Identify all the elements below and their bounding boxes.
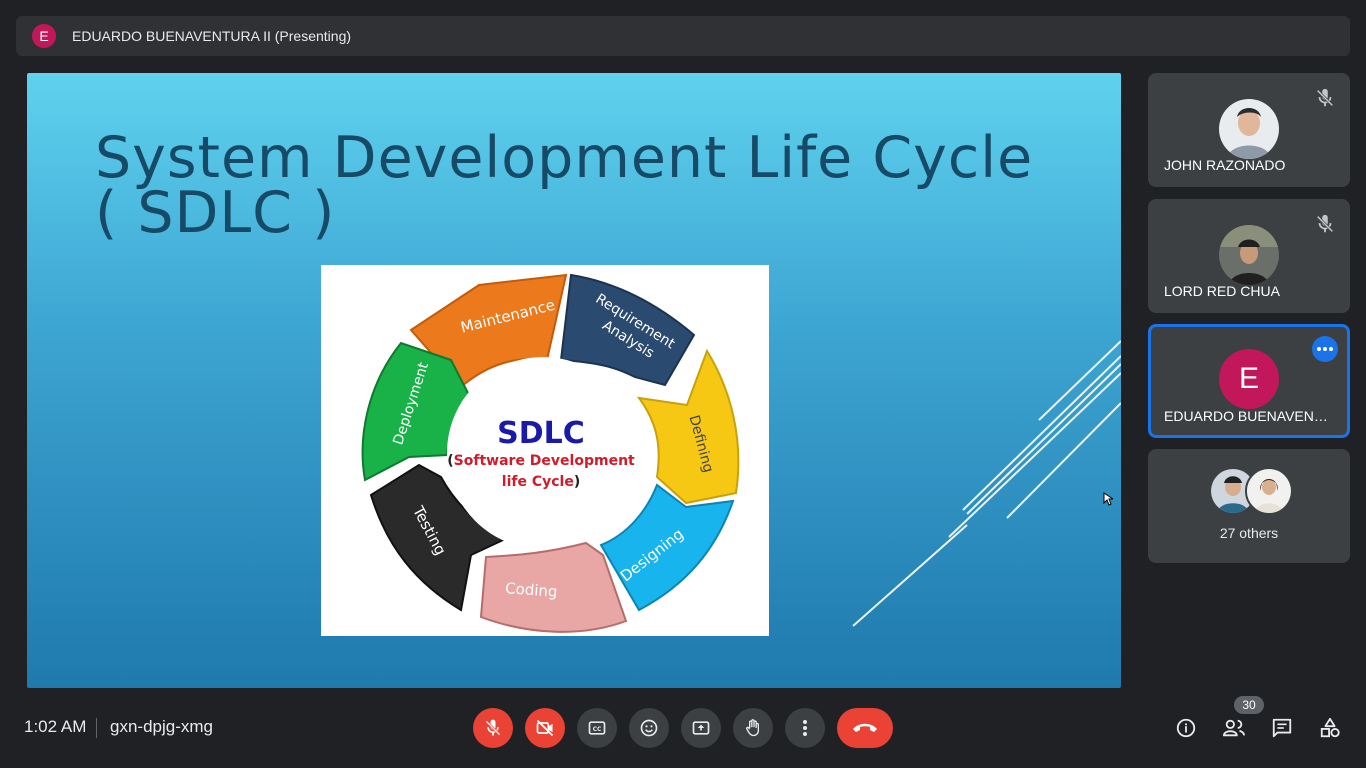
more-horiz-icon [1317,347,1333,351]
meeting-details-button[interactable] [1172,714,1200,742]
meeting-time: 1:02 AM [24,717,87,736]
participant-tile-john[interactable]: JOHN RAZONADO [1148,73,1350,187]
participant-count-badge: 30 [1234,696,1264,714]
mic-off-icon [485,719,501,736]
slide-title-line2: ( SDLC ) [95,180,336,246]
mic-off-icon [1316,214,1334,233]
participant-name: EDUARDO BUENAVENTURA II [1164,408,1334,424]
present-to-all-icon [692,721,710,735]
participant-name: JOHN RAZONADO [1164,157,1286,173]
person-photo-icon [1247,469,1291,513]
sdlc-center-subtitle-2: life Cycle) [502,474,580,490]
sdlc-center-title: SDLC [497,416,585,451]
slide-title: System Development Life Cycle ( SDLC ) [95,125,1055,246]
lord-avatar [1219,225,1279,285]
person-photo-icon [1219,99,1279,159]
emoji-icon [640,719,658,737]
presenter-bar: E EDUARDO BUENAVENTURA II (Presenting) [16,16,1350,56]
presenter-avatar: E [32,24,56,48]
raise-hand-button[interactable] [733,708,773,748]
camera-toggle-button[interactable] [525,708,565,748]
info-icon [1176,718,1196,738]
sdlc-diagram: Maintenance Requirement Analysis Definin… [321,265,769,636]
mic-off-icon [1316,88,1334,107]
others-avatar-2 [1245,467,1293,515]
meeting-code: gxn-dpjg-xmg [110,717,213,736]
call-end-icon [853,723,877,732]
others-tile[interactable]: 27 others [1148,449,1350,563]
sdlc-cycle-graphic: Maintenance Requirement Analysis Definin… [361,273,740,633]
participant-name: LORD RED CHUA [1164,283,1280,299]
chat-icon [1272,718,1292,738]
leave-call-button[interactable] [837,708,893,748]
divider [96,718,97,738]
presentation-slide: System Development Life Cycle ( SDLC ) M… [27,73,1121,688]
presenter-label: EDUARDO BUENAVENTURA II (Presenting) [72,28,352,44]
person-photo-icon [1219,225,1279,285]
slide-title-line1: System Development Life Cycle [95,125,1034,191]
more-options-button[interactable] [1312,336,1338,362]
sdlc-center-subtitle: (Software Development [447,453,635,469]
svg-text:CC: CC [593,727,602,733]
more-vert-icon [803,720,807,736]
mic-toggle-button[interactable] [473,708,513,748]
hand-icon [746,719,759,737]
captions-button[interactable]: CC [577,708,617,748]
shapes-icon [1320,717,1340,738]
chat-button[interactable] [1268,714,1296,742]
more-options-button[interactable] [785,708,825,748]
reactions-button[interactable] [629,708,669,748]
phase-label-coding: Coding [505,579,559,601]
closed-captions-icon: CC [588,721,606,735]
present-now-button[interactable] [681,708,721,748]
sdlc-sub-line2: life Cycle [502,474,574,490]
participant-tile-eduardo[interactable]: E EDUARDO BUENAVENTURA II [1148,324,1350,438]
sdlc-paren-close: ) [574,474,580,490]
john-avatar [1219,99,1279,159]
mouse-cursor-icon [1103,492,1113,506]
people-icon [1222,719,1245,737]
participant-tile-lord[interactable]: LORD RED CHUA [1148,199,1350,313]
activities-button[interactable] [1316,714,1344,742]
others-count-label: 27 others [1219,525,1279,541]
people-button[interactable] [1220,714,1248,742]
eduardo-avatar: E [1219,349,1279,409]
videocam-off-icon [536,719,554,737]
sdlc-sub-line1: Software Development [454,453,635,469]
